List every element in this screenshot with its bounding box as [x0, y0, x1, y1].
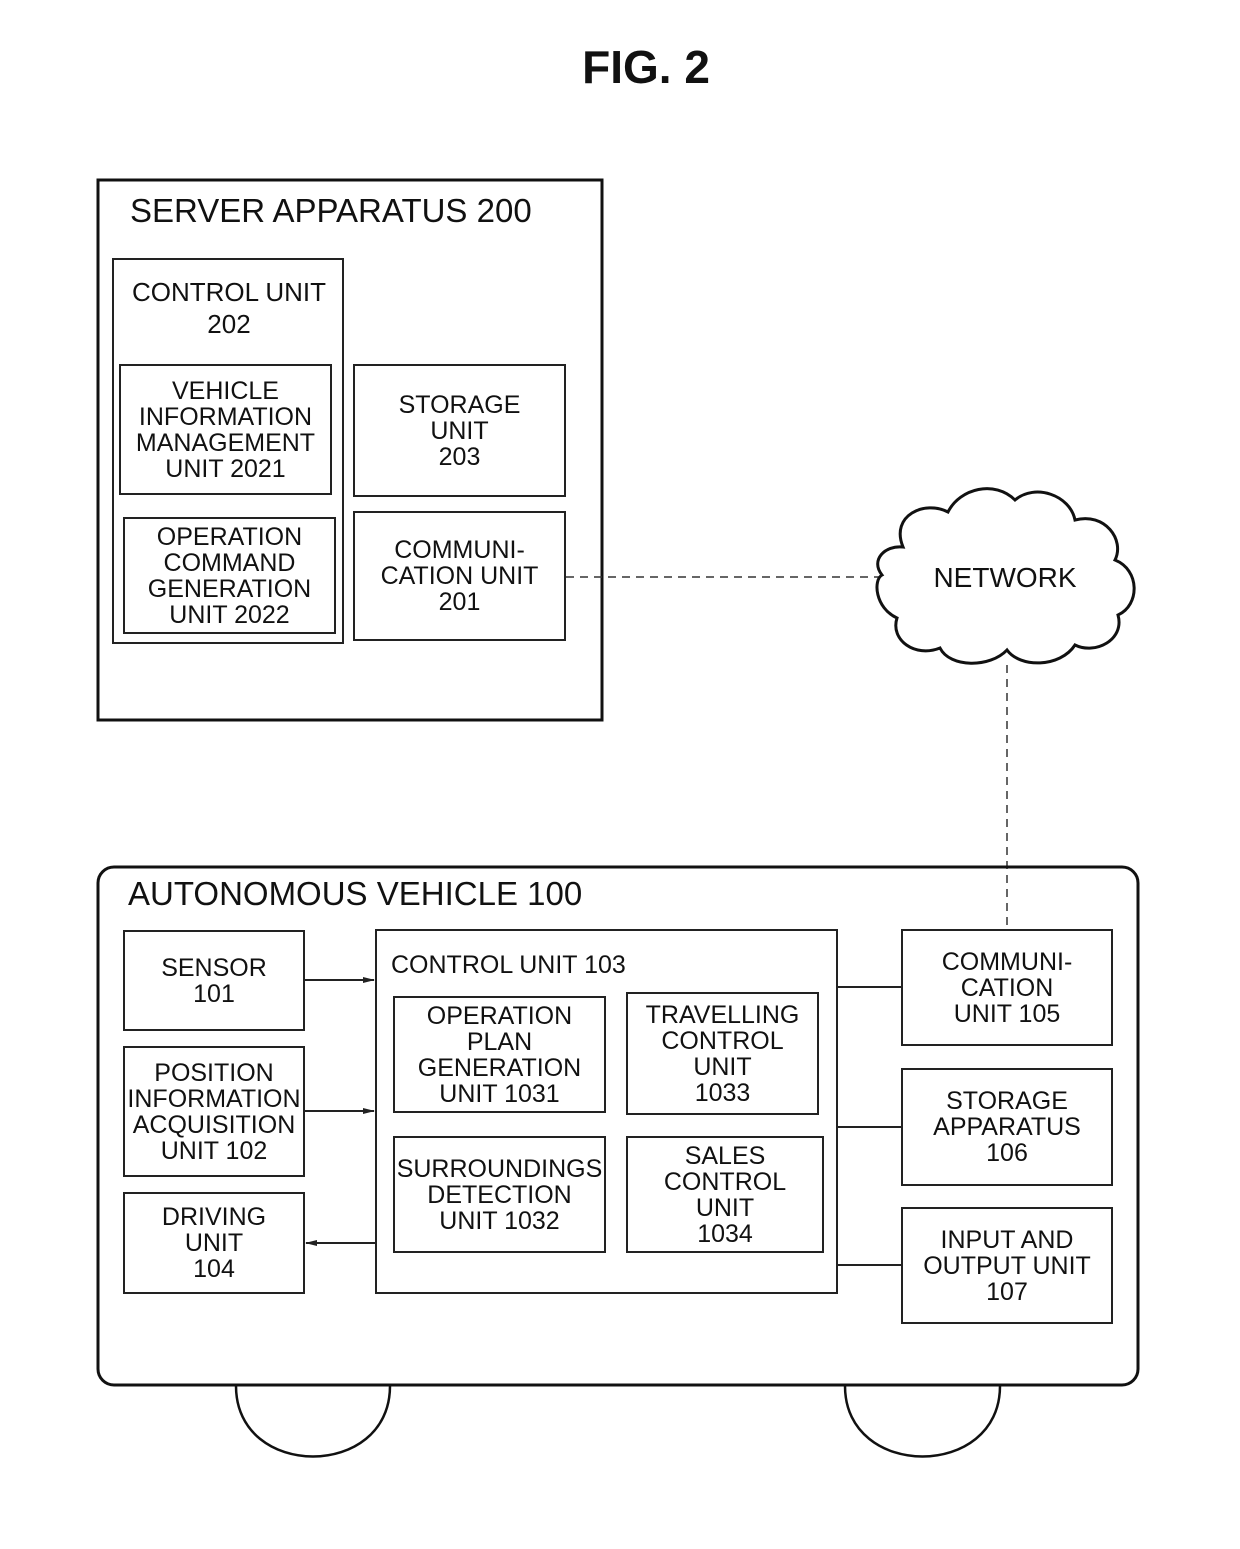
- label-line: TRAVELLING: [645, 1000, 800, 1029]
- label-line: POSITION: [154, 1058, 274, 1087]
- server-control-unit-number: 202: [207, 309, 251, 339]
- vehicle-wheel-left-icon: [234, 1385, 392, 1458]
- label-line: MANAGEMENT: [135, 428, 316, 457]
- label-line: UNIT: [693, 1052, 752, 1081]
- label-line: SURROUNDINGS: [396, 1154, 603, 1183]
- storage-apparatus[interactable]: STORAGE APPARATUS 106: [901, 1068, 1113, 1186]
- label-line: COMMUNI-: [394, 536, 525, 564]
- server-storage-unit[interactable]: STORAGE UNIT 203: [353, 364, 566, 497]
- autonomous-vehicle-title: AUTONOMOUS VEHICLE 100: [128, 875, 583, 912]
- label-line: DRIVING: [161, 1203, 267, 1231]
- label-line: INPUT AND: [940, 1225, 1074, 1254]
- label-line: APPARATUS: [933, 1113, 1081, 1141]
- vehicle-information-management-unit[interactable]: VEHICLE INFORMATION MANAGEMENT UNIT 2021: [119, 364, 332, 495]
- label-line: OPERATION: [156, 522, 303, 551]
- server-apparatus-title: SERVER APPARATUS 200: [130, 192, 532, 229]
- label-line: ACQUISITION: [132, 1110, 296, 1139]
- label-line: CONTROL: [661, 1026, 784, 1055]
- vehicle-communication-unit[interactable]: COMMUNI- CATION UNIT 105: [901, 929, 1113, 1046]
- label-line: UNIT 2022: [169, 600, 290, 629]
- label-line: UNIT 2021: [165, 454, 286, 483]
- sales-control-unit[interactable]: SALES CONTROL UNIT 1034: [626, 1136, 824, 1253]
- label-line: 107: [986, 1277, 1028, 1306]
- label-line: INFORMATION: [138, 402, 313, 431]
- server-communication-unit[interactable]: COMMUNI- CATION UNIT 201: [353, 511, 566, 641]
- label-line: COMMAND: [163, 548, 296, 577]
- label-line: UNIT 105: [953, 999, 1061, 1028]
- label-line: UNIT 1031: [439, 1079, 560, 1108]
- label-line: INFORMATION: [127, 1084, 301, 1113]
- label-line: STORAGE: [398, 390, 521, 419]
- label-line: CATION: [960, 973, 1054, 1002]
- sensor-unit[interactable]: SENSOR 101: [123, 930, 305, 1031]
- label-line: UNIT 1032: [439, 1206, 560, 1235]
- position-information-acquisition-unit[interactable]: POSITION INFORMATION ACQUISITION UNIT 10…: [123, 1046, 305, 1177]
- label-line: 203: [438, 442, 481, 471]
- label-line: 101: [193, 979, 235, 1008]
- label-line: 104: [193, 1255, 235, 1283]
- label-line: UNIT: [184, 1229, 244, 1257]
- label-line: VEHICLE: [172, 376, 279, 405]
- label-line: 201: [438, 588, 481, 616]
- label-line: UNIT: [695, 1193, 755, 1222]
- label-line: OPERATION: [426, 1001, 573, 1030]
- label-line: SENSOR: [161, 953, 267, 982]
- driving-unit[interactable]: DRIVING UNIT 104: [123, 1192, 305, 1294]
- label-line: SALES: [684, 1141, 766, 1170]
- label-line: PLAN: [466, 1027, 533, 1056]
- label-line: UNIT: [430, 416, 489, 445]
- label-line: DETECTION: [427, 1180, 572, 1209]
- operation-command-generation-unit[interactable]: OPERATION COMMAND GENERATION UNIT 2022: [123, 517, 336, 634]
- travelling-control-unit[interactable]: TRAVELLING CONTROL UNIT 1033: [626, 992, 819, 1115]
- label-line: GENERATION: [147, 574, 312, 603]
- server-control-unit-label: CONTROL UNIT: [131, 277, 327, 307]
- network-label: NETWORK: [933, 562, 1077, 593]
- label-line: CATION UNIT: [380, 562, 539, 590]
- label-line: 1033: [694, 1078, 751, 1107]
- vehicle-wheel-right-icon: [843, 1385, 1002, 1458]
- label-line: 1034: [697, 1219, 753, 1248]
- surroundings-detection-unit[interactable]: SURROUNDINGS DETECTION UNIT 1032: [393, 1136, 606, 1253]
- vehicle-control-unit-title: CONTROL UNIT 103: [391, 951, 626, 979]
- label-line: OUTPUT UNIT: [923, 1251, 1091, 1280]
- label-line: STORAGE: [946, 1087, 1068, 1115]
- label-line: COMMUNI-: [941, 947, 1073, 976]
- operation-plan-generation-unit[interactable]: OPERATION PLAN GENERATION UNIT 1031: [393, 996, 606, 1113]
- label-line: GENERATION: [417, 1053, 582, 1082]
- input-output-unit[interactable]: INPUT AND OUTPUT UNIT 107: [901, 1207, 1113, 1324]
- label-line: 106: [986, 1139, 1028, 1167]
- label-line: CONTROL: [663, 1167, 787, 1196]
- label-line: UNIT 102: [160, 1136, 268, 1165]
